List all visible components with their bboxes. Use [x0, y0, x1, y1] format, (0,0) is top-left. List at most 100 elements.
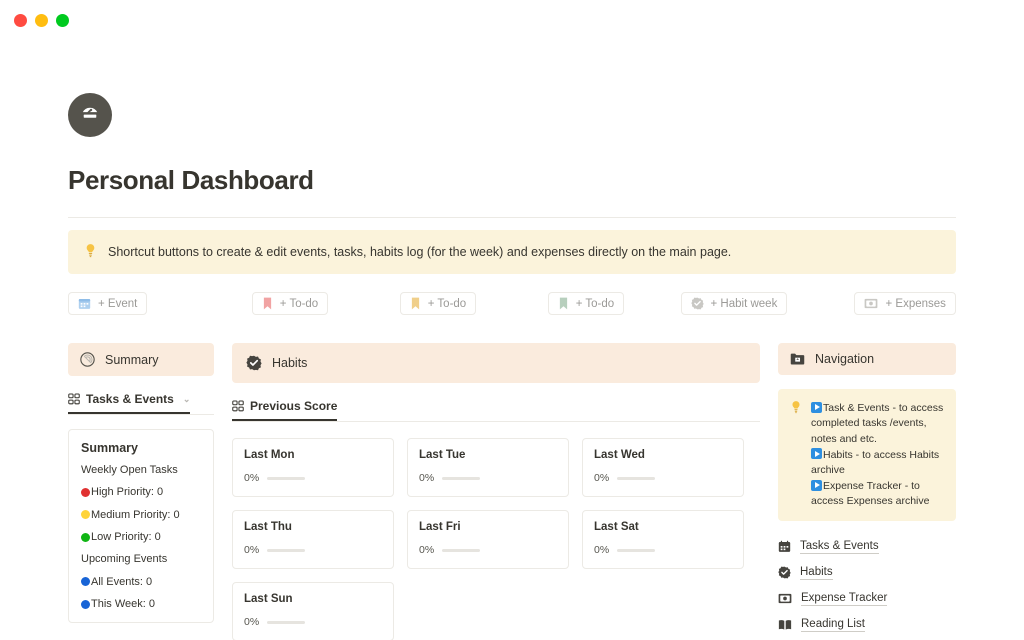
habit-card[interactable]: Last Thu 0% — [232, 510, 394, 569]
summary-row: Low Priority: 0 — [81, 530, 201, 544]
habit-card[interactable]: Last Sat 0% — [582, 510, 744, 569]
habit-percent: 0% — [244, 472, 259, 484]
tab-label: Previous Score — [250, 399, 337, 413]
gauge-icon — [68, 93, 112, 137]
priority-dot-icon — [81, 488, 90, 497]
navigation-callout: Task & Events - to access completed task… — [778, 389, 956, 521]
add-expenses-button[interactable]: + Expenses — [854, 292, 955, 315]
habits-section-label: Habits — [272, 356, 307, 370]
add-event-button[interactable]: + Event — [68, 292, 147, 315]
summary-row: This Week: 0 — [81, 597, 201, 611]
habit-day-label: Last Tue — [419, 449, 557, 461]
page-icon-wrap — [68, 40, 956, 137]
calendar-icon — [778, 540, 791, 553]
habit-progress: 0% — [244, 544, 382, 556]
habit-progress-bar — [267, 621, 305, 624]
priority-dot-icon — [81, 510, 90, 519]
summary-card-title: Summary — [81, 441, 201, 455]
money-icon — [864, 298, 878, 309]
habit-progress-bar — [617, 549, 655, 552]
page-title: Personal Dashboard — [68, 165, 956, 196]
chevron-down-icon[interactable]: ⌄ — [183, 394, 191, 405]
shortcut-label: + To-do — [428, 298, 466, 310]
event-dot-icon — [81, 577, 90, 586]
habit-day-label: Last Mon — [244, 449, 382, 461]
summary-section-header: Summary — [68, 343, 214, 376]
summary-row: Medium Priority: 0 — [81, 508, 201, 522]
play-arrow-icon — [811, 480, 822, 491]
title-divider — [68, 217, 956, 218]
callout-text: Shortcut buttons to create & edit events… — [108, 243, 731, 261]
book-icon — [778, 619, 792, 631]
maximize-window-button[interactable] — [56, 14, 69, 27]
summary-column: Summary Tasks & Events ⌄ — [68, 343, 214, 640]
money-icon — [778, 593, 792, 604]
tab-previous-score[interactable]: Previous Score — [232, 399, 337, 421]
close-window-button[interactable] — [14, 14, 27, 27]
add-habit-week-button[interactable]: + Habit week — [681, 292, 788, 315]
habits-section-header: Habits — [232, 343, 760, 383]
habit-progress: 0% — [419, 472, 557, 484]
nav-link-label: Expense Tracker — [801, 592, 887, 606]
bookmark-icon — [558, 297, 569, 310]
badge-check-icon — [246, 355, 262, 371]
tab-tasks-and-events[interactable]: Tasks & Events ⌄ — [68, 392, 214, 415]
spiral-icon — [80, 352, 95, 367]
add-todo-yellow-button[interactable]: + To-do — [400, 292, 476, 315]
habit-progress: 0% — [244, 472, 382, 484]
habit-day-label: Last Sun — [244, 593, 382, 605]
navigation-hint-line: Expense Tracker - to access Expenses arc… — [811, 478, 944, 509]
summary-group-label: Weekly Open Tasks — [81, 463, 201, 477]
habit-day-label: Last Thu — [244, 521, 382, 533]
lightbulb-icon — [790, 400, 802, 414]
nav-link-reading-list[interactable]: Reading List — [778, 612, 956, 638]
summary-section-label: Summary — [105, 353, 158, 367]
habit-percent: 0% — [244, 544, 259, 556]
nav-link-habits[interactable]: Habits — [778, 560, 956, 586]
calendar-icon — [78, 297, 91, 310]
habits-column: Habits Previous Score — [232, 343, 760, 640]
habit-card[interactable]: Last Mon 0% — [232, 438, 394, 497]
shortcut-label: + Event — [98, 298, 137, 310]
navigation-hint-line: Task & Events - to access completed task… — [811, 400, 944, 447]
shortcut-button-row: + Event + To-do + To-do — [68, 292, 956, 315]
gallery-icon — [232, 400, 244, 412]
habit-day-label: Last Sat — [594, 521, 732, 533]
nav-link-label: Tasks & Events — [800, 540, 879, 554]
habit-progress-bar — [617, 477, 655, 480]
add-todo-red-button[interactable]: + To-do — [252, 292, 328, 315]
habit-percent: 0% — [594, 544, 609, 556]
summary-row: All Events: 0 — [81, 575, 201, 589]
shortcut-label: + Habit week — [711, 298, 778, 310]
play-arrow-icon — [811, 448, 822, 459]
badge-check-icon — [778, 566, 791, 579]
nav-link-expense-tracker[interactable]: Expense Tracker — [778, 586, 956, 612]
habit-card[interactable]: Last Sun 0% — [232, 582, 394, 640]
navigation-section-header: Navigation — [778, 343, 956, 375]
priority-dot-icon — [81, 533, 90, 542]
shortcut-label: + To-do — [280, 298, 318, 310]
habit-card[interactable]: Last Fri 0% — [407, 510, 569, 569]
summary-card[interactable]: Summary Weekly Open Tasks High Priority:… — [68, 429, 214, 623]
summary-group-label: Upcoming Events — [81, 552, 201, 566]
habits-view-tabs: Previous Score — [232, 399, 760, 422]
nav-link-label: Reading List — [801, 618, 865, 632]
badge-check-icon — [691, 297, 704, 310]
habit-progress-bar — [267, 549, 305, 552]
bookmark-icon — [410, 297, 421, 310]
event-dot-icon — [81, 600, 90, 609]
habit-progress-bar — [442, 477, 480, 480]
habit-progress: 0% — [244, 616, 382, 628]
minimize-window-button[interactable] — [35, 14, 48, 27]
habit-progress: 0% — [419, 544, 557, 556]
habit-card[interactable]: Last Tue 0% — [407, 438, 569, 497]
habit-card[interactable]: Last Wed 0% — [582, 438, 744, 497]
summary-row: High Priority: 0 — [81, 485, 201, 499]
add-todo-green-button[interactable]: + To-do — [548, 292, 624, 315]
nav-link-tasks-and-events[interactable]: Tasks & Events — [778, 534, 956, 560]
navigation-column: Navigation Task & Events - to access com… — [778, 343, 956, 640]
dashboard-columns: Summary Tasks & Events ⌄ — [68, 343, 956, 640]
navigation-section-label: Navigation — [815, 352, 874, 366]
shortcut-label: + To-do — [576, 298, 614, 310]
navigation-link-list: Tasks & Events Habits — [778, 534, 956, 640]
